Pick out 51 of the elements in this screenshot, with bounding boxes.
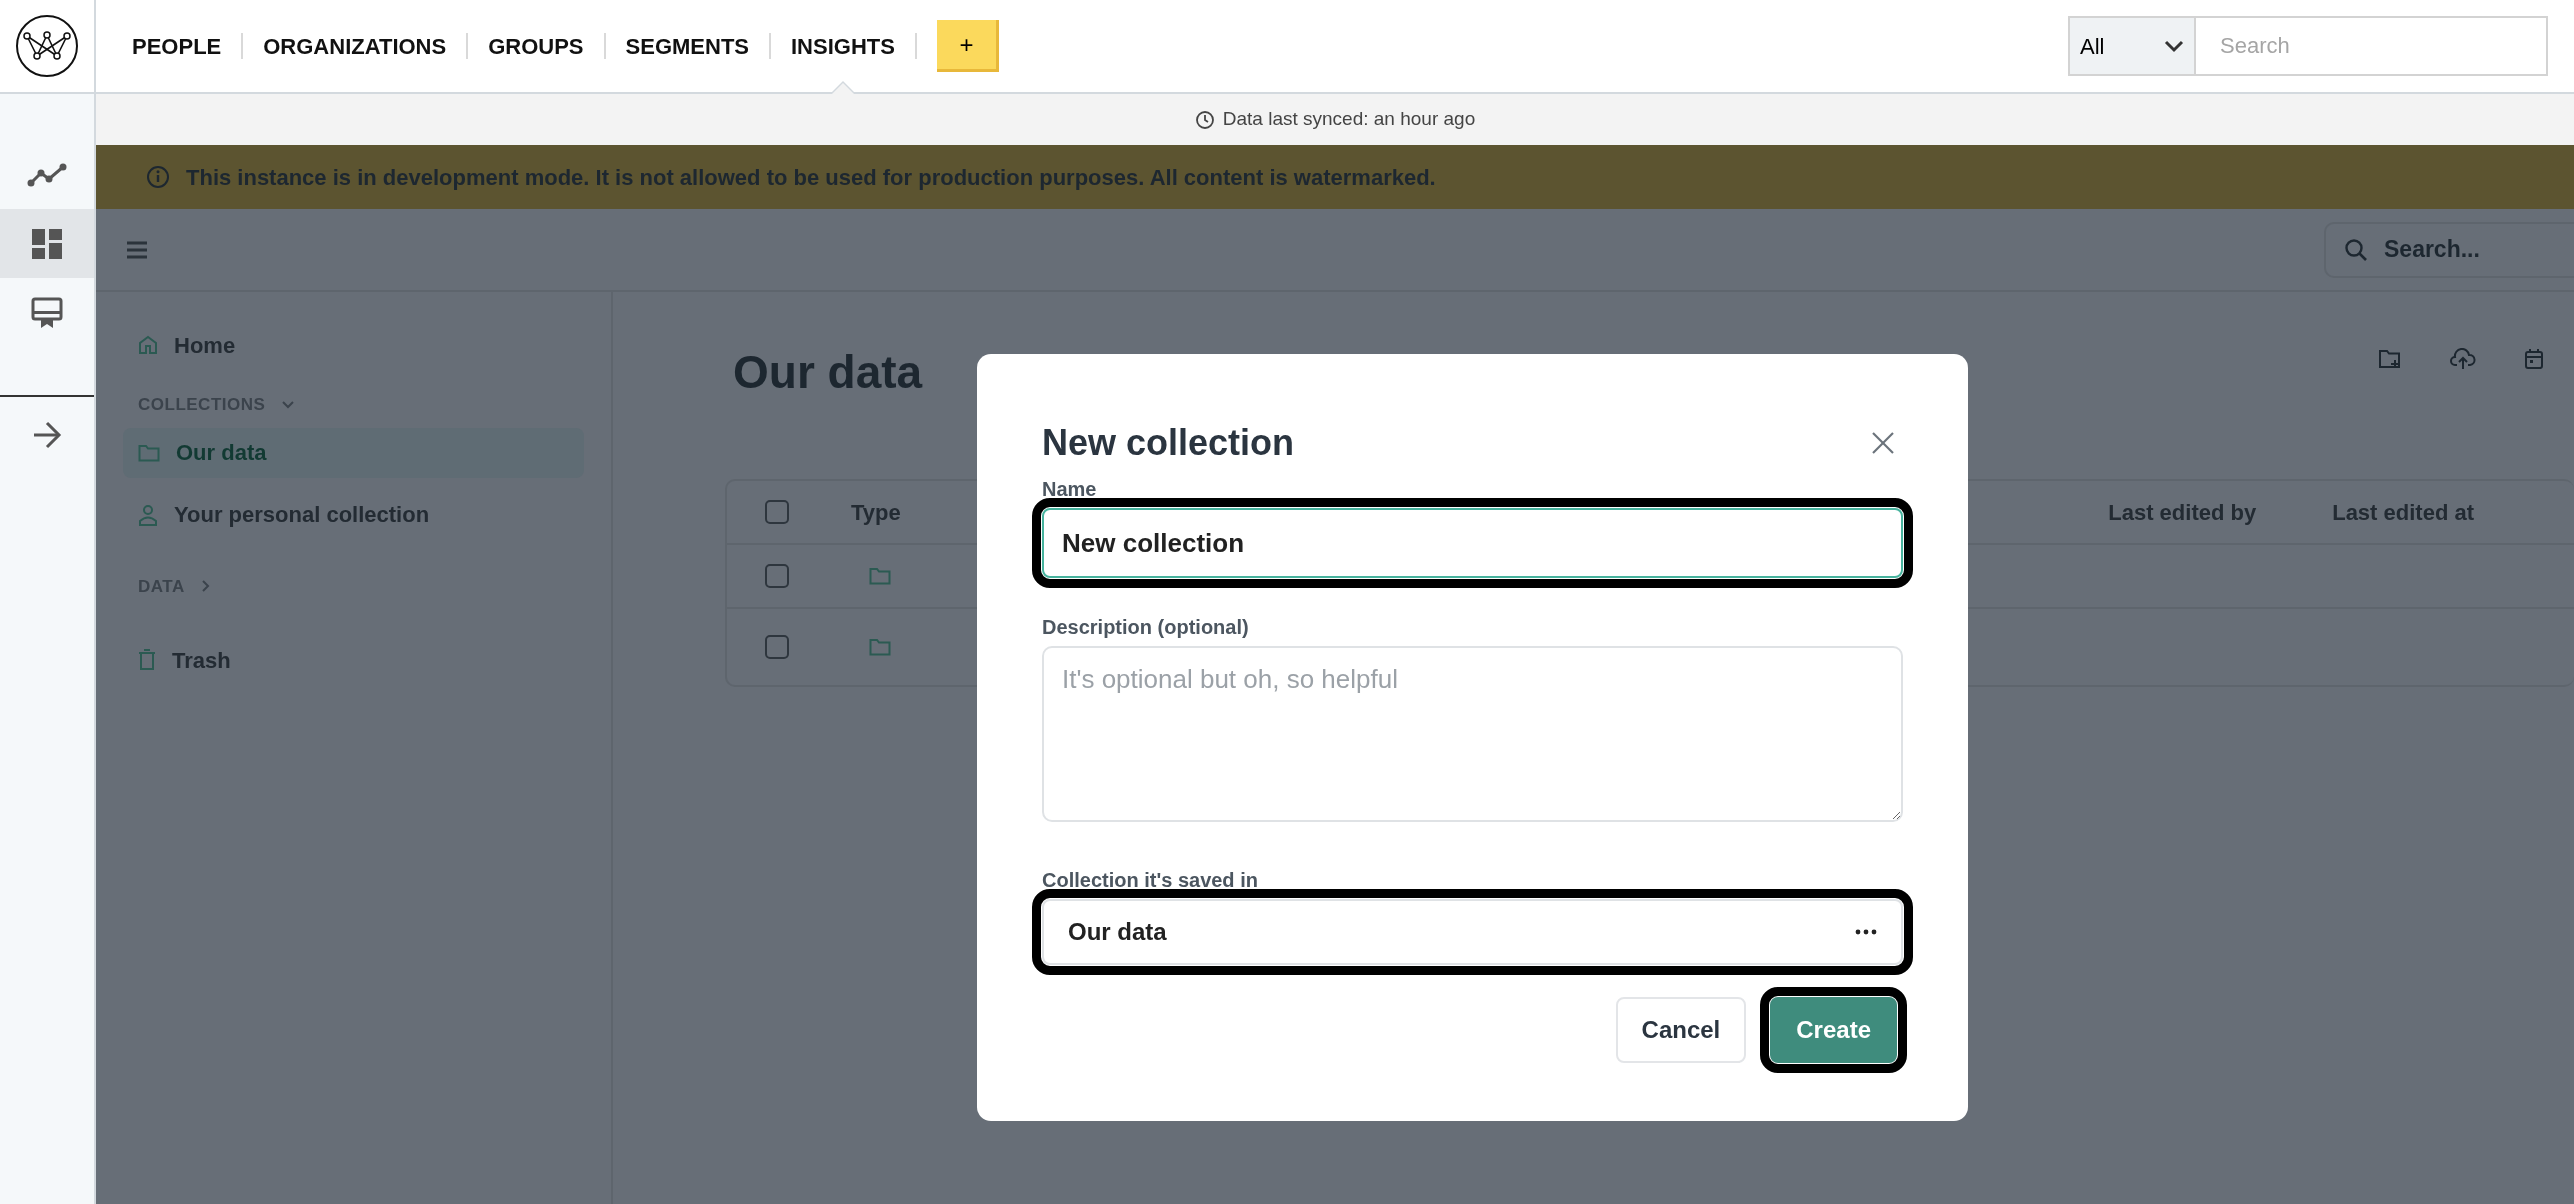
sidebar-item[interactable]: Trash xyxy=(123,635,584,685)
trash-icon xyxy=(138,649,156,671)
folder-plus-icon[interactable] xyxy=(2378,348,2402,370)
sidebar-item[interactable]: Home xyxy=(123,320,584,370)
field-label: Collection it's saved in xyxy=(1042,868,1259,893)
clock-icon xyxy=(1194,109,1215,130)
search-field[interactable]: Search... xyxy=(2324,221,2574,278)
select-all-checkbox[interactable] xyxy=(765,500,789,524)
nav-tab[interactable]: ORGANIZATIONS xyxy=(243,0,467,92)
field-label: Name xyxy=(1042,477,1098,502)
row-checkbox[interactable] xyxy=(765,635,789,659)
folder-icon xyxy=(869,638,891,656)
logo-icon[interactable] xyxy=(15,14,79,78)
rail-button[interactable] xyxy=(0,209,94,278)
info-icon xyxy=(146,165,170,189)
nav-tab[interactable]: SEGMENTS xyxy=(605,0,769,92)
nav-tab[interactable]: PEOPLE xyxy=(112,0,242,92)
search-field[interactable]: Search xyxy=(2196,16,2548,76)
dialog-button[interactable]: Cancel xyxy=(1615,997,1747,1063)
column-header[interactable]: Type xyxy=(851,495,901,529)
description-field[interactable]: It's optional but oh, so helpful xyxy=(1042,646,1903,822)
collection-item[interactable]: Our data xyxy=(123,427,584,478)
row-checkbox[interactable] xyxy=(765,564,789,588)
chevron-right-icon xyxy=(200,579,211,594)
monitor-icon xyxy=(31,296,63,329)
column-header[interactable]: Last edited at xyxy=(2332,495,2474,529)
column-header[interactable]: Last edited by xyxy=(2108,495,2257,529)
home-icon xyxy=(138,335,158,355)
dashboard-icon xyxy=(32,228,62,259)
add-button[interactable]: + xyxy=(936,20,999,72)
close-icon[interactable] xyxy=(1871,431,1895,455)
dialog-title: New collection xyxy=(1042,421,1295,465)
arrow-right-icon[interactable] xyxy=(32,421,62,449)
menu-icon[interactable] xyxy=(126,240,148,259)
chevron-down-icon xyxy=(281,399,296,410)
dev-mode-notice: This instance is in development mode. It is not allowed to be used for production purposes. All content is watermarked. xyxy=(186,163,1436,192)
nav-tab[interactable]: GROUPS xyxy=(468,0,604,92)
person-icon xyxy=(138,503,158,526)
line-chart-icon xyxy=(27,162,67,187)
more-icon xyxy=(1855,929,1877,935)
collection-item[interactable]: Your personal collection xyxy=(123,489,584,540)
chevron-down-icon xyxy=(2164,39,2184,53)
calendar-icon[interactable] xyxy=(2524,348,2544,370)
search-icon xyxy=(2344,237,2368,262)
page-title: Our data xyxy=(733,345,923,400)
folder-icon xyxy=(869,567,891,585)
sync-status: Data last synced: an hour ago xyxy=(1222,107,1476,132)
cloud-upload-icon[interactable] xyxy=(2450,348,2476,370)
scope-dropdown[interactable]: All xyxy=(2068,16,2196,76)
folder-icon xyxy=(138,443,160,462)
field-label: Description (optional) xyxy=(1042,615,1250,640)
